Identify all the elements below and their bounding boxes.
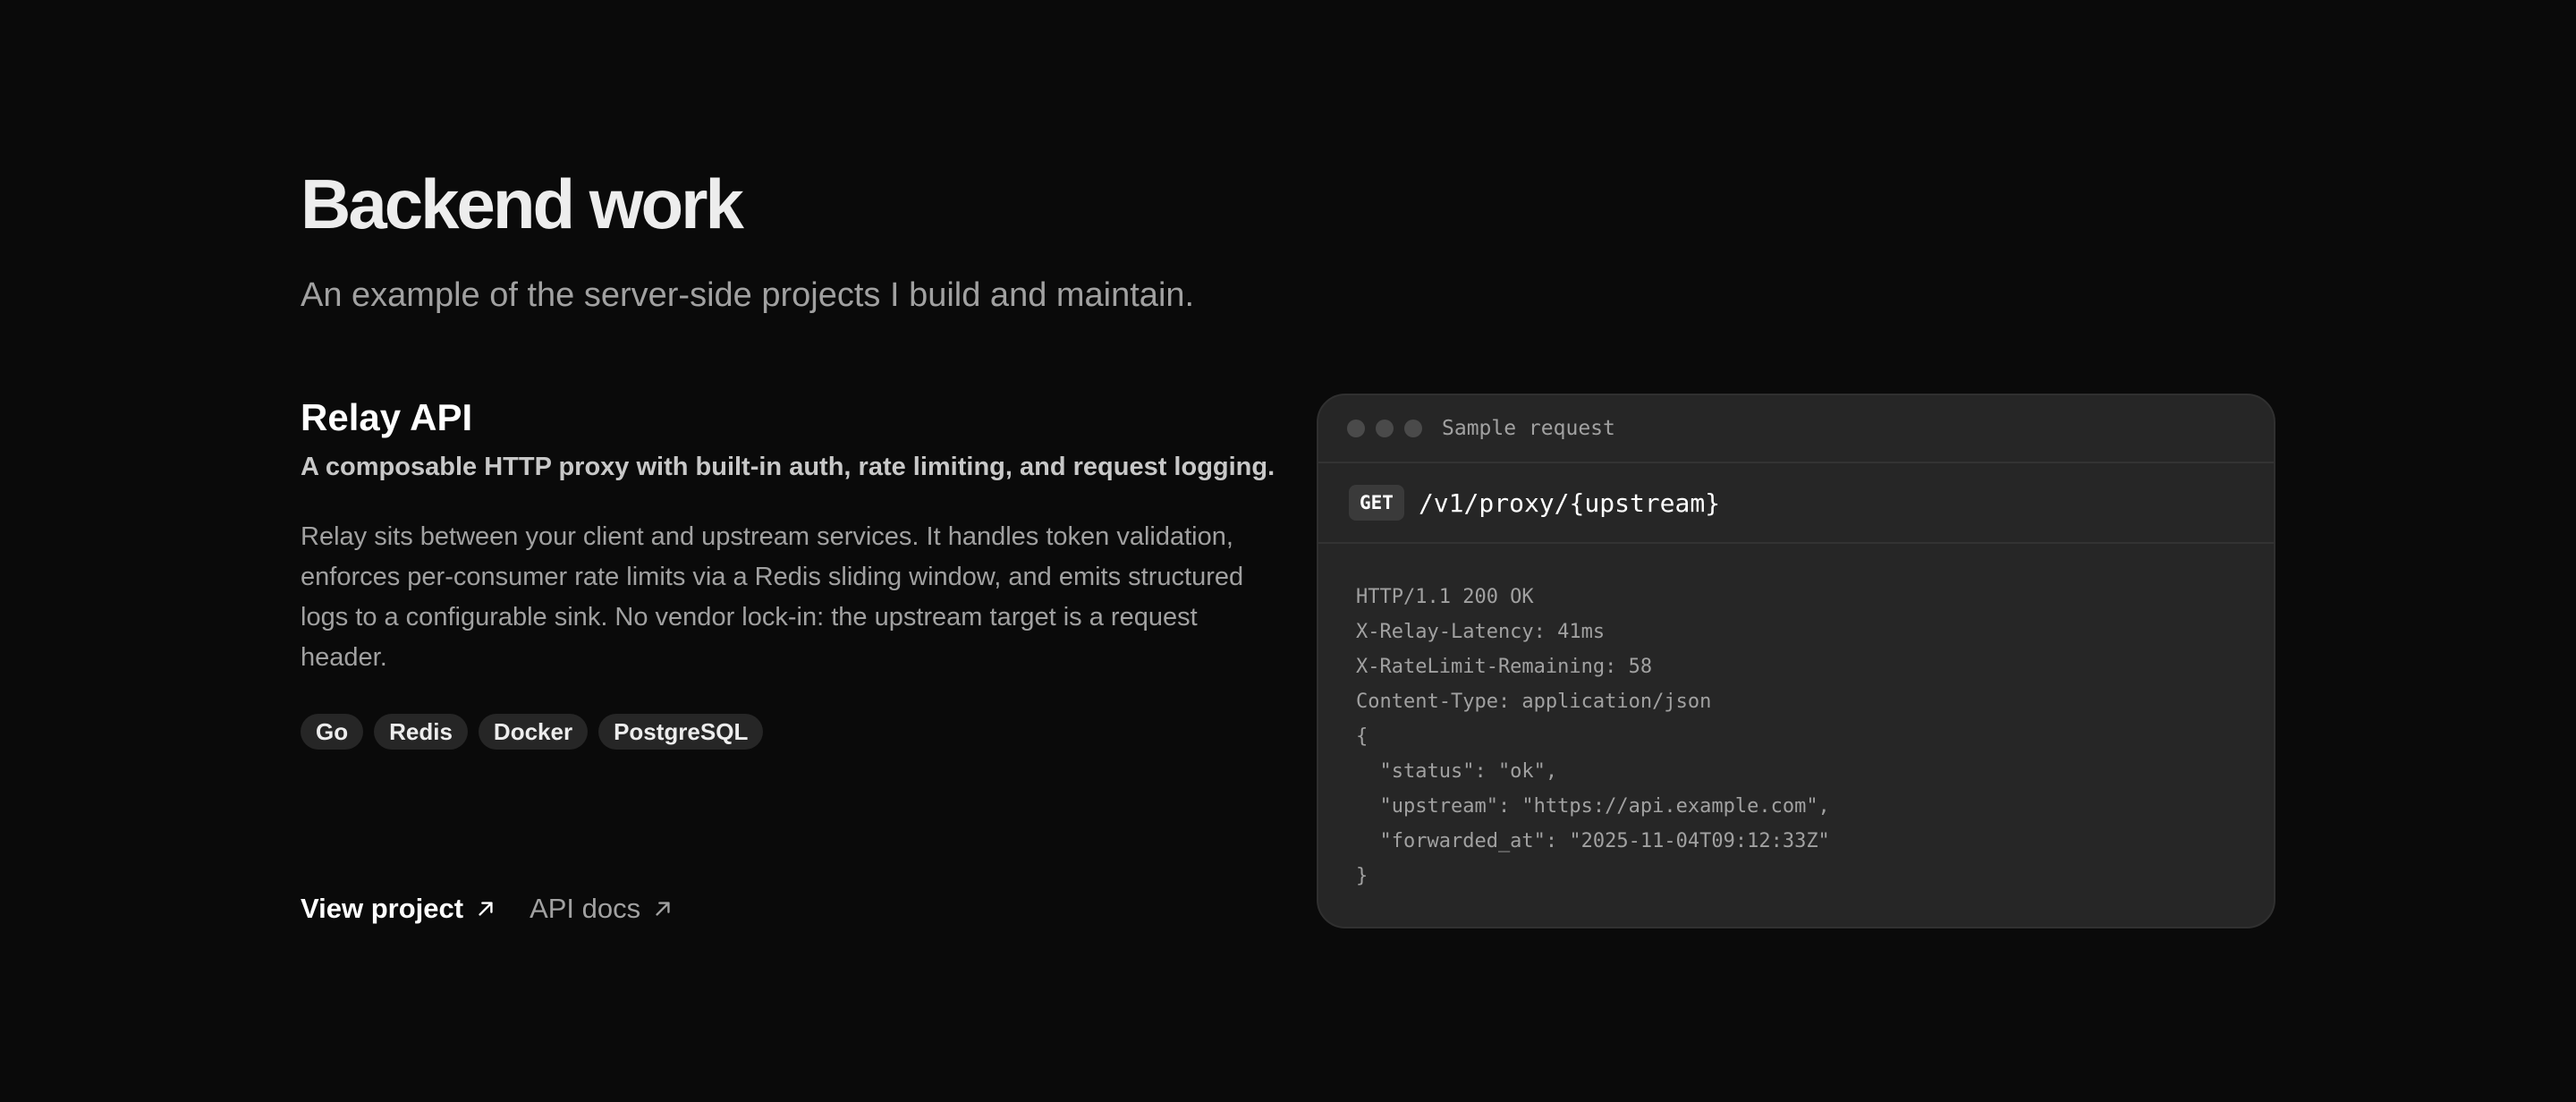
- response-line: X-Relay-Latency: 41ms: [1356, 621, 1606, 643]
- window-dot-icon: [1376, 420, 1394, 437]
- view-project-link[interactable]: View project: [301, 893, 496, 925]
- project-description: Relay sits between your client and upstr…: [301, 522, 1244, 672]
- response-line: X-RateLimit-Remaining: 58: [1356, 656, 1653, 678]
- request-line: GET /v1/proxy/{upstream}: [1318, 463, 2274, 544]
- section-subtitle: An example of the server-side projects I…: [301, 276, 1195, 314]
- project-links: View project API docs: [301, 893, 673, 925]
- section-title: Backend work: [301, 165, 744, 243]
- tag-postgresql: PostgreSQL: [598, 714, 764, 750]
- window-dot-icon: [1404, 420, 1422, 437]
- response-line: "status": "ok",: [1356, 760, 1558, 783]
- http-method-badge: GET: [1349, 485, 1404, 521]
- request-path: /v1/proxy/{upstream}: [1418, 487, 1721, 518]
- response-line: Content-Type: application/json: [1356, 691, 1712, 713]
- project-name: Relay API: [301, 396, 473, 438]
- response-line: }: [1356, 865, 1368, 887]
- response-line: {: [1356, 725, 1368, 748]
- api-docs-link[interactable]: API docs: [530, 893, 673, 925]
- arrow-up-right-icon: [656, 902, 670, 916]
- response-line: HTTP/1.1 200 OK: [1356, 586, 1534, 608]
- response-line: "forwarded_at": "2025-11-04T09:12:33Z": [1356, 830, 1830, 852]
- panel-header: Sample request: [1318, 395, 2274, 463]
- response-block: HTTP/1.1 200 OK X-Relay-Latency: 41ms X-Ra…: [1318, 544, 2274, 894]
- view-project-label: View project: [301, 893, 464, 924]
- tag-list: Go Redis Docker PostgreSQL: [301, 714, 764, 750]
- arrow-up-right-icon: [479, 902, 493, 916]
- tag-redis: Redis: [374, 714, 468, 750]
- panel-title: Sample request: [1442, 417, 1615, 440]
- window-dot-icon: [1347, 420, 1365, 437]
- tag-docker: Docker: [478, 714, 589, 750]
- response-line: "upstream": "https://api.example.com",: [1356, 795, 1830, 818]
- sample-request-panel: Sample request GET /v1/proxy/{upstream} …: [1317, 394, 2275, 928]
- page: Backend work An example of the server-si…: [0, 0, 2576, 1102]
- project-tagline: A composable HTTP proxy with built-in au…: [301, 453, 1275, 481]
- api-docs-label: API docs: [530, 893, 641, 924]
- tag-go: Go: [301, 714, 364, 750]
